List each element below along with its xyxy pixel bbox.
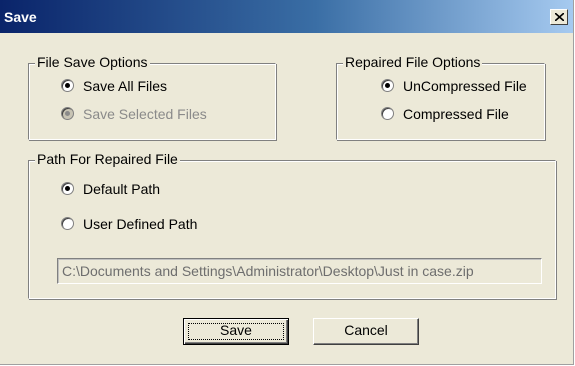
save-selected-files-radio-button [61, 107, 74, 120]
path-for-repaired-file-legend: Path For Repaired File [35, 151, 180, 167]
user-defined-path-radio-button[interactable] [61, 217, 74, 230]
uncompressed-file-radio-button[interactable] [381, 79, 394, 92]
repaired-file-options-group: Repaired File Options [336, 54, 545, 140]
path-input: C:\Documents and Settings\Administrator\… [57, 258, 542, 284]
cancel-button-label: Cancel [344, 322, 388, 338]
save-dialog: Save File Save Options Save All Files Sa… [0, 0, 574, 365]
window-title: Save [4, 9, 37, 25]
file-save-options-group: File Save Options [28, 54, 276, 140]
cancel-button[interactable]: Cancel [313, 318, 419, 345]
uncompressed-file-label: UnCompressed File [403, 78, 527, 94]
repaired-file-options-legend: Repaired File Options [343, 54, 483, 70]
close-button[interactable] [550, 9, 568, 25]
save-selected-files-label: Save Selected Files [83, 106, 207, 122]
file-save-options-legend: File Save Options [35, 54, 150, 70]
save-button-label: Save [220, 322, 252, 338]
save-all-files-label: Save All Files [83, 78, 168, 94]
default-path-radio-button[interactable] [61, 182, 74, 195]
default-path-label: Default Path [83, 181, 161, 197]
title-bar[interactable]: Save [0, 0, 573, 33]
user-defined-path-label: User Defined Path [83, 216, 198, 232]
compressed-file-label: Compressed File [403, 106, 509, 122]
compressed-file-radio-button[interactable] [381, 107, 394, 120]
save-all-files-radio-button[interactable] [61, 79, 74, 92]
close-icon [555, 13, 564, 21]
save-button[interactable]: Save [183, 318, 289, 345]
